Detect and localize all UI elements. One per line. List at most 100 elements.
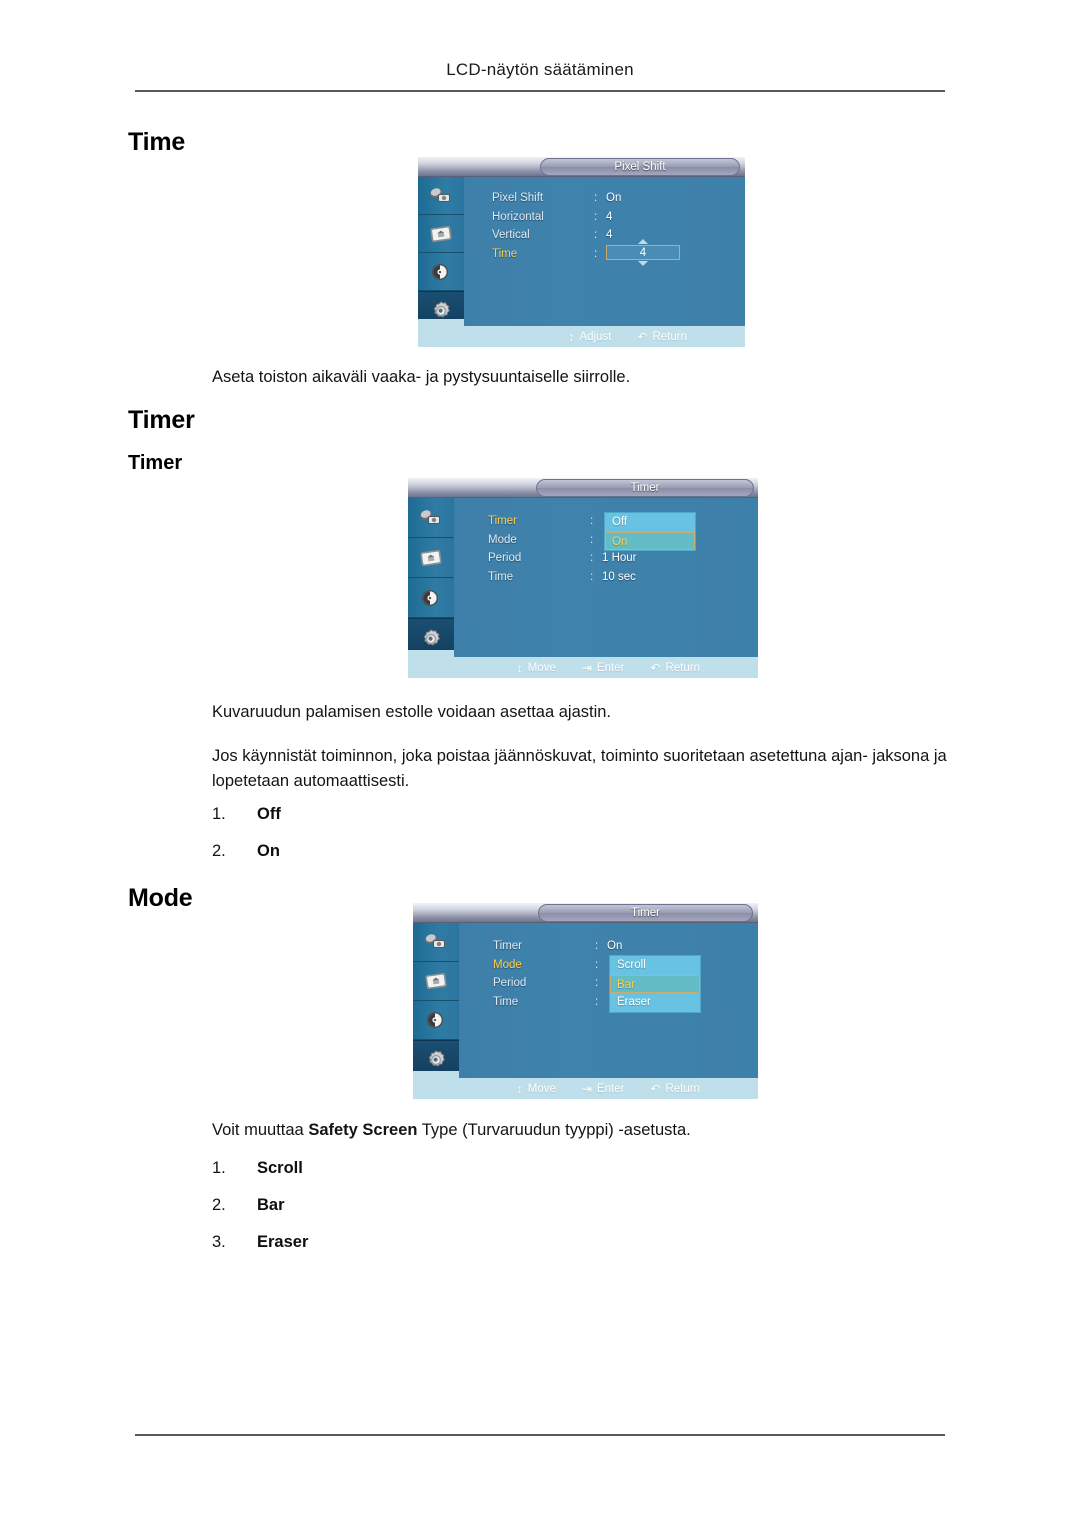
- osd-sidebar-item-picture-icon[interactable]: [408, 538, 454, 578]
- osd-dropdown-mode[interactable]: Scroll Bar Eraser: [609, 955, 701, 1013]
- osd-title-bar: Timer: [413, 903, 758, 923]
- osd-row-label: Vertical: [492, 229, 530, 241]
- osd-hint-label: Enter: [596, 662, 625, 674]
- osd-body: Timer: On Mode: Period: Time: Scroll Bar …: [413, 923, 758, 1099]
- osd-row[interactable]: Horizontal:4: [492, 208, 739, 227]
- osd-row-label: Period: [488, 552, 522, 564]
- osd-row-label: Timer: [493, 940, 522, 952]
- osd-row-label: Mode: [493, 958, 522, 971]
- osd-row-colon: :: [595, 958, 599, 971]
- osd-row[interactable]: Pixel Shift: On: [492, 189, 739, 208]
- list-item-number: 2.: [212, 1196, 226, 1214]
- list-item-label: Bar: [257, 1196, 285, 1214]
- osd-hint-adjust: ↕ Adjust: [568, 330, 611, 344]
- stepper-value: 4: [606, 244, 680, 260]
- caption-mode: Voit muuttaa Safety Screen Type (Turvaru…: [212, 1118, 947, 1143]
- osd-hint-enter: ⇥ Enter: [582, 1082, 625, 1096]
- osd-row-colon: :: [590, 552, 594, 564]
- stepper-down-arrow-icon[interactable]: [638, 260, 648, 266]
- osd-row-list: Timer: Mode: Period:1 Hour Time:10 sec O…: [488, 512, 752, 586]
- section-heading-timer: Timer: [128, 406, 195, 434]
- osd-row-colon: :: [595, 977, 599, 989]
- osd-footer-hints: ↕ Move ⇥ Enter ↶ Return: [413, 1078, 758, 1099]
- osd-row[interactable]: Time:10 sec: [488, 568, 752, 587]
- osd-value-stepper[interactable]: 4: [606, 238, 680, 266]
- osd-sidebar-item-input-source-icon[interactable]: [408, 498, 454, 538]
- osd-row-colon: :: [595, 940, 599, 952]
- stepper-up-arrow-icon[interactable]: [638, 238, 648, 244]
- osd-hint-label: Return: [665, 1083, 700, 1095]
- osd-hint-move: ↕ Move: [517, 1082, 556, 1096]
- osd-sidebar-item-sound-icon[interactable]: [413, 1001, 459, 1040]
- osd-sidebar-item-picture-icon[interactable]: [418, 215, 464, 253]
- osd-row-value: 4: [606, 210, 613, 223]
- list-item-label: Scroll: [257, 1159, 303, 1177]
- return-arrow-icon: ↶: [637, 330, 648, 344]
- footer-divider-rule: [135, 1434, 945, 1436]
- section-heading-time: Time: [128, 128, 186, 156]
- osd-row-label: Period: [493, 977, 527, 989]
- return-arrow-icon: ↶: [650, 661, 661, 675]
- dropdown-option[interactable]: Off: [605, 513, 695, 532]
- list-item: 2. Bar: [212, 1196, 712, 1215]
- osd-hint-enter: ⇥ Enter: [582, 661, 625, 675]
- list-item: 3. Eraser: [212, 1233, 712, 1252]
- caption-mode-post: Type (Turvaruudun tyyppi) -asetusta.: [417, 1121, 691, 1139]
- osd-hint-label: Return: [665, 662, 700, 674]
- dropdown-option-selected[interactable]: Bar: [610, 974, 700, 993]
- enter-icon: ⇥: [581, 1082, 592, 1096]
- list-item-number: 2.: [212, 842, 226, 860]
- osd-hint-move: ↕ Move: [517, 661, 556, 675]
- osd-footer-notch: [413, 1071, 459, 1078]
- dropdown-option[interactable]: Scroll: [610, 956, 700, 975]
- osd-row-value: On: [607, 940, 623, 952]
- osd-hint-label: Enter: [596, 1083, 625, 1095]
- option-list-timer: 1. Off 2. On: [212, 805, 712, 879]
- osd-sidebar-item-sound-icon[interactable]: [408, 578, 454, 618]
- osd-hint-return: ↶ Return: [650, 1082, 700, 1096]
- osd-hint-label: Move: [527, 662, 556, 674]
- osd-hint-return: ↶ Return: [650, 661, 700, 675]
- osd-row-value: 10 sec: [602, 570, 636, 583]
- osd-body: Timer: Mode: Period:1 Hour Time:10 sec O…: [408, 498, 758, 678]
- list-item: 2. On: [212, 842, 712, 861]
- osd-row[interactable]: Timer: On: [493, 937, 752, 956]
- osd-dropdown-timer[interactable]: Off On: [604, 512, 696, 551]
- list-item: 1. Off: [212, 805, 712, 824]
- osd-sidebar-item-input-source-icon[interactable]: [413, 923, 459, 962]
- caption-timer-1: Kuvaruudun palamisen estolle voidaan ase…: [212, 703, 612, 721]
- osd-row-colon: :: [594, 210, 598, 223]
- osd-row-list: Pixel Shift: On Horizontal:4 Vertical:4 T…: [492, 189, 739, 266]
- osd-footer-notch: [408, 650, 454, 657]
- list-item-number: 1.: [212, 1159, 226, 1177]
- osd-row-colon: :: [595, 995, 599, 1008]
- osd-title-label: Timer: [536, 479, 754, 497]
- osd-title-bar: Pixel Shift: [418, 157, 745, 177]
- osd-footer-notch: [418, 319, 464, 326]
- osd-hint-label: Move: [527, 1083, 556, 1095]
- section-heading-mode: Mode: [128, 884, 193, 912]
- dropdown-option[interactable]: Eraser: [610, 993, 700, 1012]
- osd-row[interactable]: Period:1 Hour: [488, 549, 752, 568]
- return-arrow-icon: ↶: [650, 1082, 661, 1096]
- caption-timer-2: Jos käynnistät toiminnon, joka poistaa j…: [212, 744, 972, 794]
- osd-row-selected[interactable]: Time: 4: [492, 238, 739, 266]
- osd-footer-hints: ↕ Adjust ↶ Return: [418, 326, 745, 347]
- osd-row-colon: :: [590, 533, 594, 546]
- page-header-title: LCD-näytön säätäminen: [446, 60, 634, 79]
- osd-sidebar-item-input-source-icon[interactable]: [418, 177, 464, 215]
- osd-row-label: Mode: [488, 533, 517, 546]
- dropdown-option-selected[interactable]: On: [605, 531, 695, 550]
- header-divider-rule: [135, 90, 945, 92]
- osd-title-label: Pixel Shift: [540, 158, 740, 176]
- updown-arrow-icon: ↕: [568, 330, 575, 344]
- osd-sidebar-item-sound-icon[interactable]: [418, 253, 464, 291]
- osd-body: Pixel Shift: On Horizontal:4 Vertical:4 T…: [418, 177, 745, 347]
- osd-screenshot-timer: Timer Timer: Mode: Period: 1 Hour Time …: [408, 478, 758, 678]
- caption-mode-bold: Safety Screen: [308, 1121, 418, 1139]
- osd-sidebar-item-picture-icon[interactable]: [413, 962, 459, 1001]
- osd-title-bar: Timer: [408, 478, 758, 498]
- list-item-number: 3.: [212, 1233, 226, 1251]
- osd-row-colon: :: [594, 229, 598, 241]
- osd-row-label: Horizontal: [492, 210, 544, 223]
